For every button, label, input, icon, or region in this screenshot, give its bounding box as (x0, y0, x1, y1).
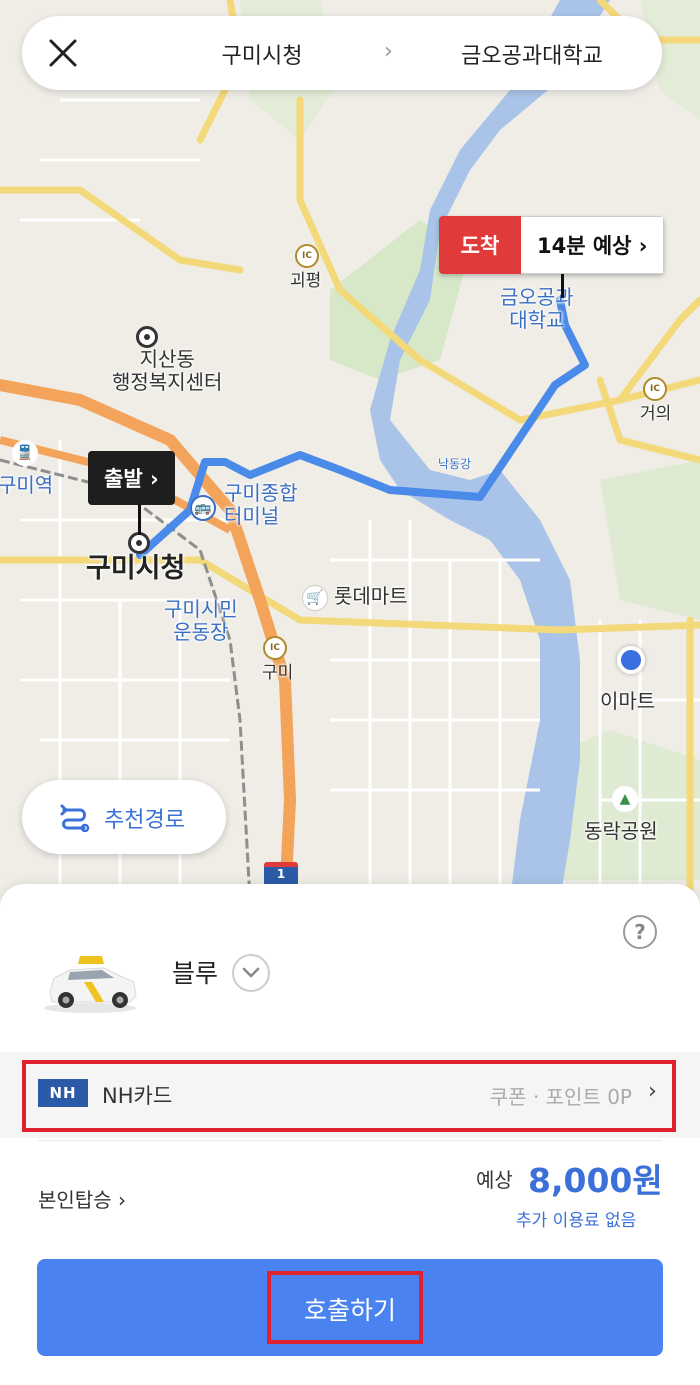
tree-icon: ▲ (612, 786, 638, 812)
divider (38, 1140, 662, 1141)
map-base (0, 0, 700, 900)
bottom-sheet: ? 블루 NH NH카드 쿠폰 · 포인트 0P › 본인탑승 › 예상 8,0… (0, 884, 700, 1385)
destination-label[interactable]: 금오공과대학교 (412, 38, 652, 70)
nh-card-logo: NH (38, 1079, 88, 1107)
ic-badge-icon: IC (263, 636, 287, 660)
map-label-river: 낙동강 (438, 457, 472, 471)
car-type-dropdown[interactable] (232, 954, 270, 992)
payment-method-row[interactable]: NH NH카드 쿠폰 · 포인트 0P › (0, 1052, 700, 1138)
map-label-city-hall: 구미시청 (86, 553, 186, 584)
departure-marker[interactable]: 출발 › (88, 451, 175, 505)
map-label-ic-gumi: 구미 (262, 663, 294, 683)
arrival-eta: 14분 예상 › (521, 216, 665, 274)
arrival-pin-line (561, 274, 564, 298)
map-label-ic-geoui: 거의 (640, 404, 672, 424)
chevron-down-icon (242, 967, 260, 978)
help-button[interactable]: ? (623, 915, 657, 949)
map-label-terminal: 구미종합 터미널 (224, 481, 298, 528)
route-header: 구미시청 › 금오공과대학교 (22, 16, 662, 90)
departure-pin-line (138, 505, 141, 535)
coupon-point-label[interactable]: 쿠폰 · 포인트 0P (490, 1081, 632, 1110)
map-label-stadium: 구미시민 운동장 (164, 597, 238, 644)
map-view[interactable]: 지산동 행정복지센터 🚆 구미역 🚌 구미종합 터미널 구미시청 구미시민 운동… (0, 0, 700, 900)
route-icon (60, 804, 90, 832)
poi-icon (136, 326, 158, 348)
chevron-right-icon: › (648, 1079, 657, 1104)
taxi-car-icon (44, 956, 137, 1013)
cart-icon: 🛒 (302, 585, 328, 611)
map-label-park: 동락공원 (584, 819, 658, 843)
bus-icon: 🚌 (190, 495, 216, 521)
recommend-route-button[interactable]: 추천경로 (22, 780, 226, 854)
car-type-label[interactable]: 블루 (172, 954, 218, 990)
map-label-jisan: 지산동 행정복지센터 (112, 347, 223, 394)
map-label-ic-gwepyeong: 괴평 (290, 271, 322, 291)
recommend-route-label: 추천경로 (104, 808, 185, 833)
self-ride-option[interactable]: 본인탑승 › (38, 1184, 126, 1213)
arrival-tag: 도착 (439, 216, 521, 274)
close-button[interactable] (46, 36, 80, 70)
ic-badge-icon: IC (643, 377, 667, 401)
fare-note: 추가 이용료 없음 (516, 1211, 637, 1231)
fare-amount: 8,000원 (528, 1161, 663, 1200)
fare-prefix: 예상 (476, 1168, 513, 1192)
call-button-label: 호출하기 (303, 1296, 396, 1325)
train-icon: 🚆 (12, 440, 38, 466)
payment-card-name: NH카드 (102, 1084, 173, 1108)
current-location-icon (617, 646, 645, 674)
city-hall-dot-icon (128, 532, 150, 554)
map-label-emart: 이마트 (600, 689, 656, 713)
route-separator: › (384, 39, 393, 64)
ic-badge-icon: IC (295, 244, 319, 268)
origin-label[interactable]: 구미시청 (162, 38, 362, 70)
call-taxi-button[interactable]: 호출하기 (37, 1259, 663, 1356)
highway-shield-icon: 1 (264, 862, 298, 886)
map-label-gumi-station: 구미역 (0, 473, 54, 497)
arrival-marker[interactable]: 도착 14분 예상 › (439, 216, 665, 274)
map-label-lotte-mart: 롯데마트 (334, 584, 408, 608)
close-icon (49, 39, 77, 67)
